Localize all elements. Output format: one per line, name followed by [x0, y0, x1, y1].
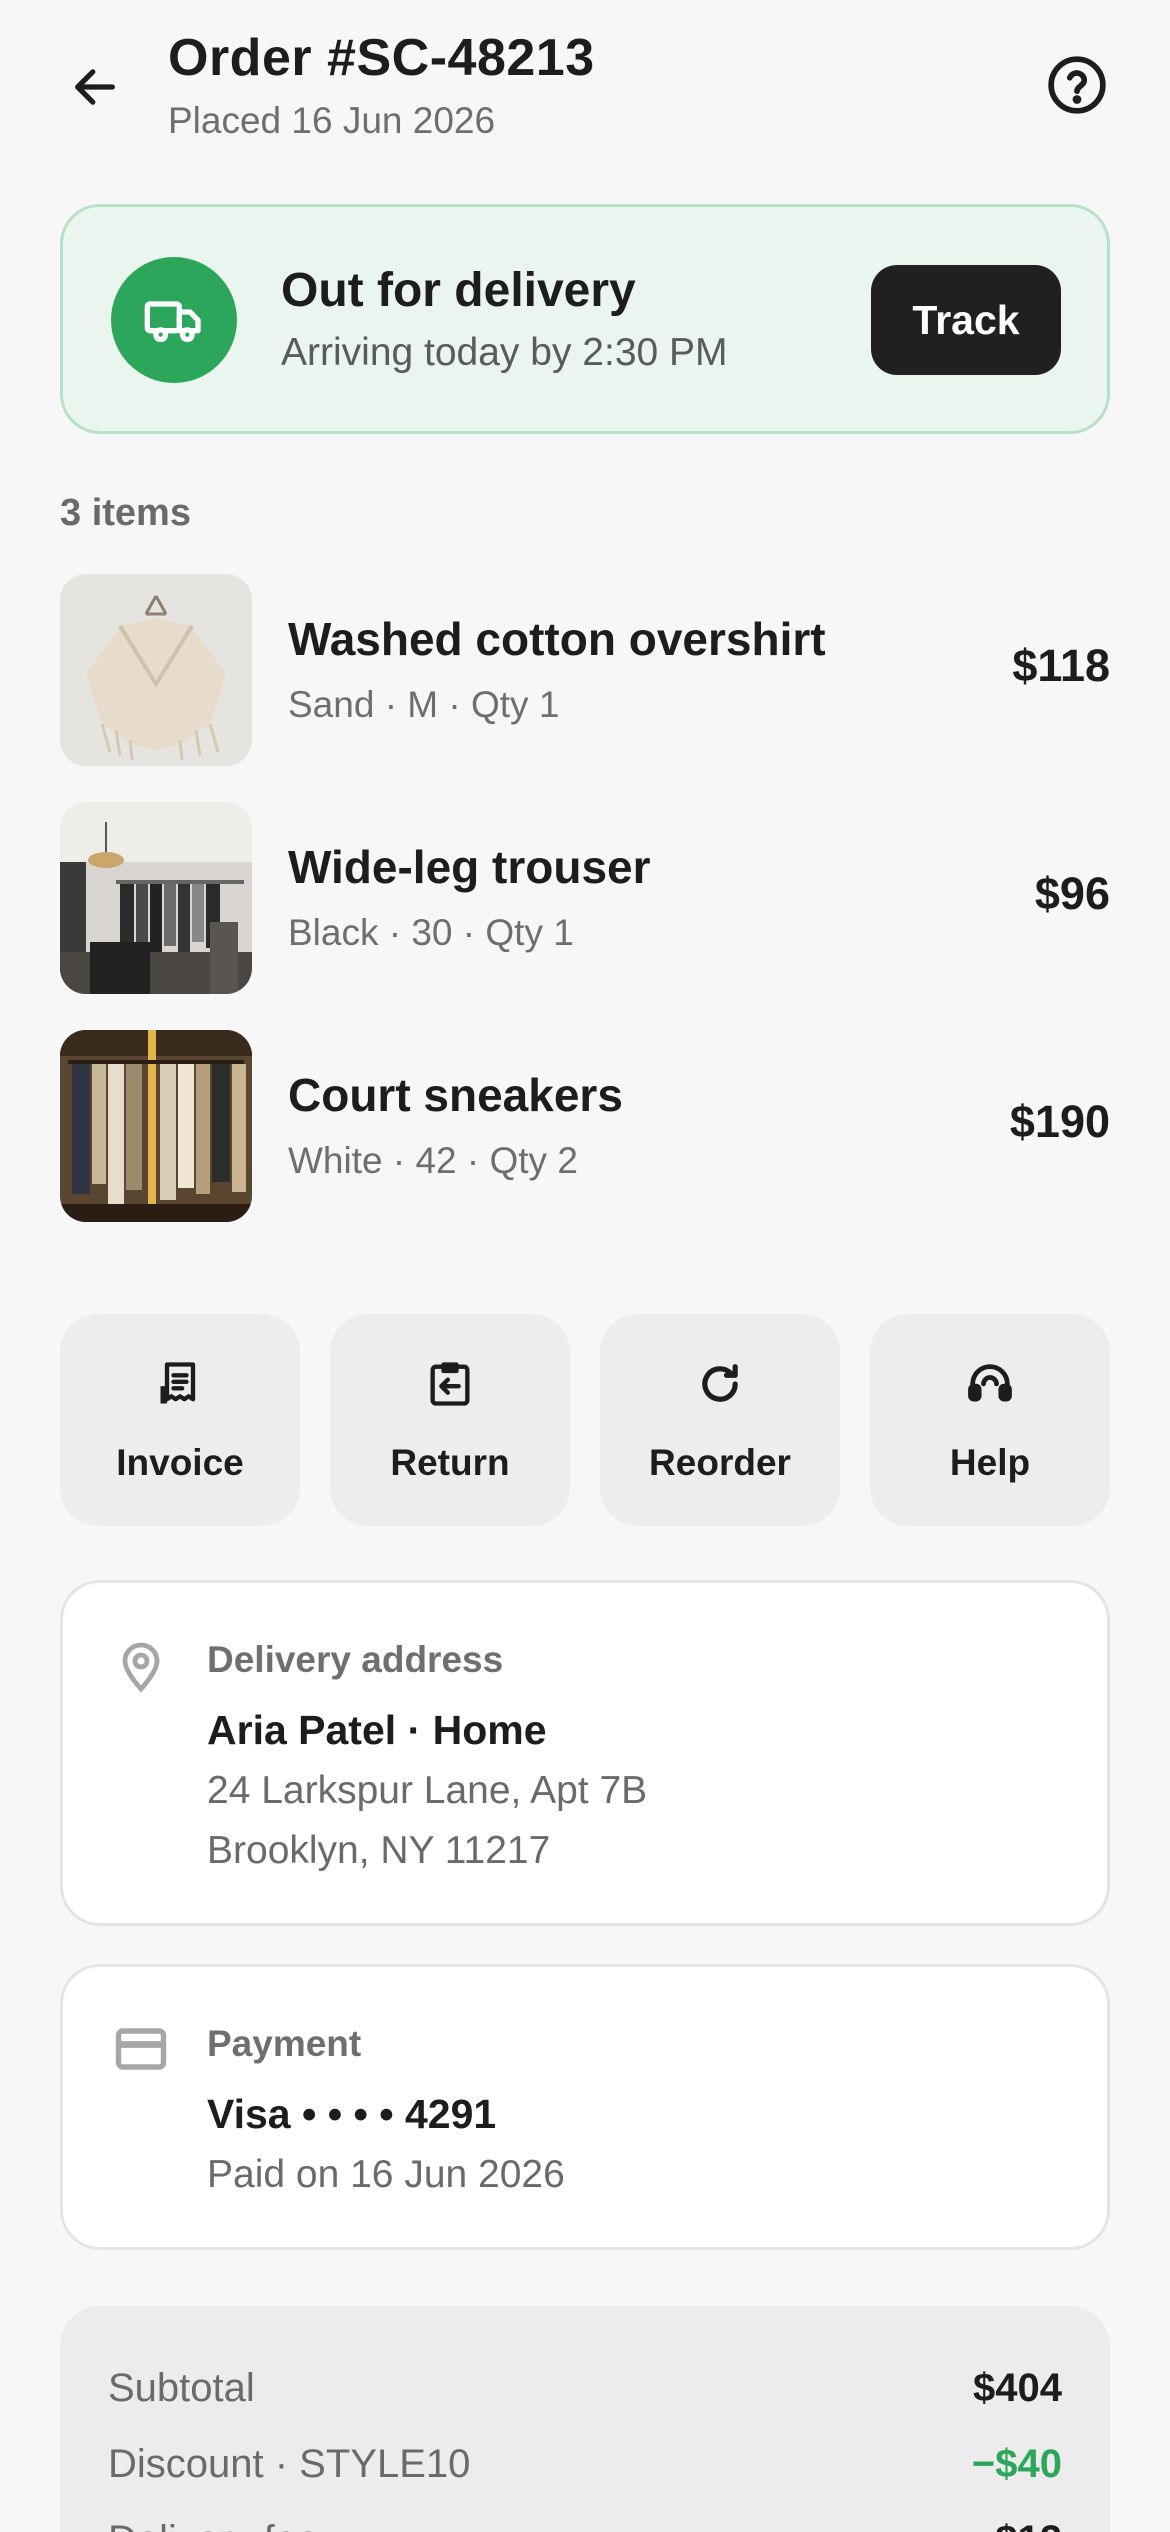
address-label: Delivery address — [207, 1639, 504, 1680]
discount-label: Discount · STYLE10 — [108, 2442, 471, 2486]
invoice-button[interactable]: Invoice — [60, 1314, 300, 1526]
item-name: Court sneakers — [288, 1069, 623, 1121]
return-box-icon — [330, 1354, 570, 1414]
action-label: Invoice — [116, 1442, 244, 1483]
item-name: Wide-leg trouser — [288, 841, 651, 893]
credit-card-icon — [111, 2019, 171, 2079]
product-image — [60, 574, 252, 766]
item-name: Washed cotton overshirt — [288, 613, 826, 665]
reorder-button[interactable]: Reorder — [600, 1314, 840, 1526]
delivery-fee-label: Delivery fee — [108, 2518, 319, 2532]
refresh-icon — [600, 1354, 840, 1414]
question-circle-icon — [1048, 56, 1106, 114]
help-button[interactable] — [1040, 48, 1114, 122]
action-label: Return — [390, 1442, 510, 1483]
delivery-status-card: Out for delivery Arriving today by 2:30 … — [60, 204, 1110, 434]
track-button[interactable]: Track — [871, 265, 1061, 375]
action-label: Help — [949, 1442, 1031, 1483]
location-pin-icon — [111, 1635, 171, 1695]
items-count: 3 items — [60, 492, 191, 534]
payment-label: Payment — [207, 2023, 362, 2064]
subtotal-label: Subtotal — [108, 2366, 255, 2410]
receipt-icon — [60, 1354, 300, 1414]
subtotal-value: $404 — [973, 2366, 1062, 2410]
address-name: Aria Patel · Home — [207, 1707, 547, 1753]
product-image — [60, 802, 252, 994]
product-image — [60, 1030, 252, 1222]
item-price: $190 — [1009, 1096, 1110, 1147]
list-item[interactable]: Washed cotton overshirt Sand · M · Qty 1… — [60, 574, 1110, 766]
order-summary: Subtotal $404 Discount · STYLE10 −$40 De… — [60, 2306, 1110, 2532]
status-title: Out for delivery — [281, 264, 636, 317]
item-price: $96 — [1034, 868, 1110, 919]
arrow-left-icon — [75, 69, 115, 105]
item-price: $118 — [1012, 640, 1110, 691]
delivery-fee-value: $12 — [995, 2518, 1062, 2532]
payment-card[interactable]: Payment Visa • • • • 4291 Paid on 16 Jun… — [60, 1964, 1110, 2250]
truck-icon — [111, 257, 237, 383]
order-date: Placed 16 Jun 2026 — [168, 100, 496, 141]
payment-method: Visa • • • • 4291 — [207, 2091, 497, 2137]
delivery-address-card[interactable]: Delivery address Aria Patel · Home 24 La… — [60, 1580, 1110, 1926]
list-item[interactable]: Court sneakers White · 42 · Qty 2 $190 — [60, 1030, 1110, 1222]
item-meta: Sand · M · Qty 1 — [288, 684, 560, 725]
headset-icon — [870, 1354, 1110, 1414]
order-actions: Invoice Return Reorder Help — [60, 1314, 1110, 1526]
action-label: Reorder — [649, 1442, 791, 1483]
address-line-1: 24 Larkspur Lane, Apt 7B — [207, 1769, 648, 1812]
address-line-2: Brooklyn, NY 11217 — [207, 1829, 551, 1872]
item-meta: White · 42 · Qty 2 — [288, 1140, 578, 1181]
back-button[interactable] — [60, 52, 130, 122]
payment-date: Paid on 16 Jun 2026 — [207, 2153, 565, 2196]
item-meta: Black · 30 · Qty 1 — [288, 912, 574, 953]
header: Order #SC-48213 Placed 16 Jun 2026 — [0, 0, 1170, 180]
help-action-button[interactable]: Help — [870, 1314, 1110, 1526]
return-button[interactable]: Return — [330, 1314, 570, 1526]
discount-value: −$40 — [971, 2442, 1062, 2486]
page-title: Order #SC-48213 — [168, 29, 595, 87]
list-item[interactable]: Wide-leg trouser Black · 30 · Qty 1 $96 — [60, 802, 1110, 994]
status-eta: Arriving today by 2:30 PM — [281, 331, 728, 374]
